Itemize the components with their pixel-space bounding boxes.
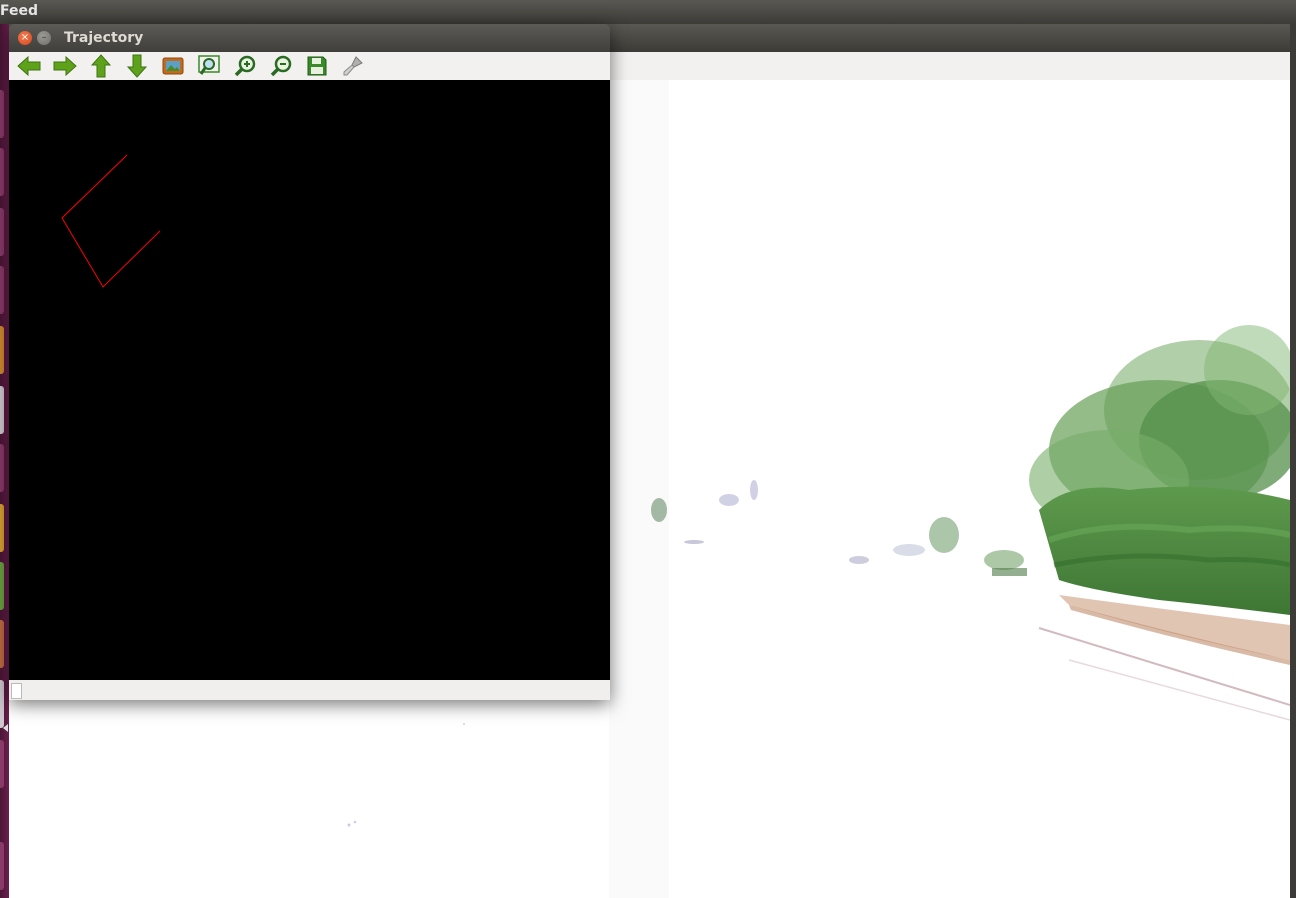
pan-left-button[interactable] [16, 54, 42, 78]
window-title: Trajectory [64, 30, 144, 46]
top-panel: Feed [0, 0, 1296, 24]
launcher-item[interactable] [0, 740, 4, 788]
trajectory-path [61, 154, 161, 288]
launcher-item[interactable] [0, 386, 4, 434]
zoom-in-button[interactable] [232, 54, 258, 78]
status-bar [9, 680, 610, 700]
launcher-item[interactable] [0, 208, 4, 256]
launcher-item[interactable] [0, 562, 4, 610]
launcher-item[interactable] [0, 680, 4, 728]
pan-up-icon [91, 54, 111, 78]
launcher-item[interactable] [0, 444, 4, 492]
status-grip [11, 683, 22, 699]
hedge [1039, 486, 1290, 615]
launcher-item[interactable] [0, 842, 4, 890]
properties-button[interactable] [340, 54, 366, 78]
properties-icon [343, 56, 363, 76]
pan-down-button[interactable] [124, 54, 150, 78]
zoom-fit-button[interactable] [196, 54, 222, 78]
minimize-button[interactable]: – [37, 31, 51, 45]
zoom-original-button[interactable] [160, 54, 186, 78]
launcher-item[interactable] [0, 90, 4, 138]
launcher-item[interactable] [0, 504, 4, 552]
trajectory-window: × – Trajectory [9, 24, 610, 700]
zoom-fit-icon [198, 55, 220, 75]
pan-down-icon [127, 54, 147, 78]
launcher-item[interactable] [0, 148, 4, 196]
zoom-original-icon [162, 57, 184, 75]
launcher-item[interactable] [0, 266, 4, 314]
pan-left-icon [17, 56, 41, 76]
save-button[interactable] [304, 54, 330, 78]
zoom-out-button[interactable] [268, 54, 294, 78]
zoom-in-icon [234, 55, 256, 77]
launcher-item[interactable] [0, 326, 4, 374]
feed-window-border [1290, 24, 1296, 898]
app-title: Feed [0, 3, 39, 19]
trajectory-canvas[interactable] [9, 80, 610, 680]
close-button[interactable]: × [18, 31, 32, 45]
trajectory-plot [61, 154, 161, 288]
trajectory-toolbar [9, 52, 610, 80]
trajectory-titlebar[interactable]: × – Trajectory [9, 24, 610, 52]
zoom-out-icon [270, 55, 292, 77]
launcher-item[interactable] [0, 620, 4, 668]
active-arrow-icon [3, 724, 8, 732]
pan-right-icon [53, 56, 77, 76]
save-icon [307, 56, 327, 76]
pan-right-button[interactable] [52, 54, 78, 78]
launcher [0, 24, 9, 898]
pan-up-button[interactable] [88, 54, 114, 78]
